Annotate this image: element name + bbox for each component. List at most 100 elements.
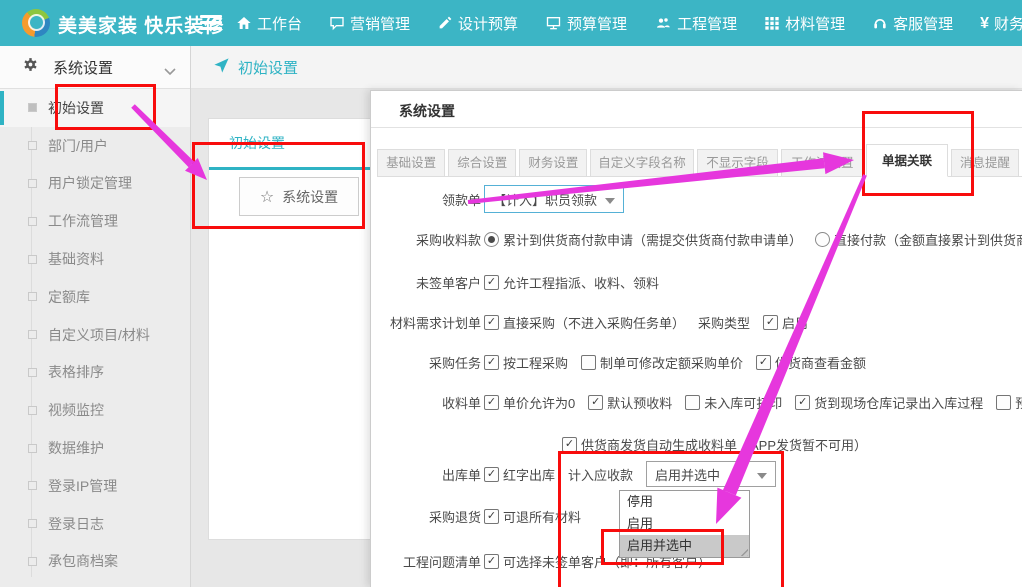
sidebar-item[interactable]: 自定义项目/材料 [0, 316, 190, 354]
sidebar-item[interactable]: 承包商档案 [0, 543, 190, 581]
sidebar-item[interactable]: 数据维护 [0, 429, 190, 467]
topnav-item-label: 设计预算 [458, 13, 518, 34]
form-row-label: 出库单 [371, 465, 481, 484]
dropdown-option[interactable]: 停用 [620, 491, 749, 513]
users-icon [654, 15, 672, 31]
form-item: ✓单价允许为0 [484, 393, 575, 412]
sidebar-item[interactable]: 视频监控 [0, 391, 190, 429]
topnav-item[interactable]: 工程管理 [654, 13, 737, 34]
radio-selected[interactable] [484, 232, 499, 247]
checkbox[interactable] [996, 395, 1011, 410]
tab-5[interactable]: 工作流设置 [781, 149, 863, 176]
select-value: 【计入】职员领款 [493, 190, 597, 209]
tab-3[interactable]: 自定义字段名称 [590, 149, 693, 176]
topnav-item-label: 工作台 [257, 13, 302, 34]
checkbox[interactable] [685, 395, 700, 410]
system-settings-button[interactable]: ☆ 系统设置 [239, 177, 359, 216]
checkbox-checked[interactable]: ✓ [484, 395, 499, 410]
sidebar-header-label: 系统设置 [53, 57, 113, 78]
sidebar-item-label: 自定义项目/材料 [48, 325, 150, 345]
sidebar-item-label: 基础资料 [48, 249, 104, 269]
checkbox-checked[interactable]: ✓ [484, 467, 499, 482]
form-row-items: ✓ 红字出库计入应收款启用并选中 [484, 461, 789, 487]
settings-tabs: 基础设置综合设置财务设置自定义字段名称不显示字段工作流设置单据关联消息提醒 [377, 142, 1022, 177]
sidebar-item[interactable]: 定额库 [0, 278, 190, 316]
sidebar-item[interactable]: 登录日志 [0, 505, 190, 543]
checkbox[interactable] [581, 355, 596, 370]
sidebar: 系统设置 初始设置部门/用户用户锁定管理工作流管理基础资料定额库自定义项目/材料… [0, 46, 191, 587]
sidebar-item[interactable]: 初始设置 [0, 89, 190, 127]
checkbox-label: 供货商发货自动生成收料单（APP发货暂不可用） [581, 435, 867, 454]
form-row-label: 采购收料款 [371, 230, 481, 249]
checkbox-label: 货到现场仓库记录出入库过程 [814, 393, 983, 412]
checkbox-label: 制单可修改定额采购单价 [600, 353, 743, 372]
radio[interactable] [815, 232, 830, 247]
menu-toggle-icon[interactable] [200, 15, 222, 31]
select-dropdown[interactable]: 【计入】职员领款 [484, 185, 624, 213]
topnav-item-label: 客服管理 [893, 13, 953, 34]
select-dropdown[interactable]: 启用并选中 [646, 461, 776, 487]
topnav-item[interactable]: ¥财务管理 [980, 13, 1022, 34]
checkbox-checked[interactable]: ✓ [562, 437, 577, 452]
form-item: ✓ 货到现场仓库记录出入库过程 [795, 393, 983, 412]
checkbox-checked[interactable]: ✓ [484, 315, 499, 330]
breadcrumb[interactable]: 初始设置 [213, 57, 298, 78]
sidebar-item[interactable]: 用户锁定管理 [0, 165, 190, 203]
dropdown-option[interactable]: 启用 [620, 513, 749, 535]
checkbox-checked[interactable]: ✓ [484, 355, 499, 370]
checkbox-checked[interactable]: ✓ [756, 355, 771, 370]
dialog-title: 系统设置 [399, 101, 455, 121]
topnav-item[interactable]: 工作台 [236, 13, 302, 34]
inline-label: 计入应收款 [568, 465, 633, 484]
sidebar-item[interactable]: 表格排序 [0, 354, 190, 392]
caret-down-icon [605, 198, 615, 204]
edit-icon [437, 15, 453, 31]
form-item: 【计入】职员领款 [484, 185, 624, 213]
tab-2[interactable]: 财务设置 [519, 149, 587, 176]
checkbox-checked[interactable]: ✓ [484, 509, 499, 524]
form-item: 未入库可打印 [685, 393, 782, 412]
sidebar-item-marker-icon [28, 368, 37, 377]
checkbox-checked[interactable]: ✓ [588, 395, 603, 410]
app-window: 美美家装 快乐装修 工作台营销管理设计预算预算管理工程管理材料管理客服管理¥财务… [0, 0, 1022, 587]
sidebar-item[interactable]: 基础资料 [0, 240, 190, 278]
form-item: 计入应收款 [568, 465, 633, 484]
dropdown-option-selected[interactable]: 启用并选中 [620, 535, 749, 557]
monitor-icon [545, 15, 562, 31]
checkbox-label: 按工程采购 [503, 353, 568, 372]
tab-4[interactable]: 不显示字段 [697, 149, 779, 176]
sidebar-item-marker-icon [28, 444, 37, 453]
sidebar-item[interactable]: 工作流管理 [0, 202, 190, 240]
form-row: 收料单✓单价允许为0✓默认预收料未入库可打印✓货到现场仓库记录出入库过程预收核实… [371, 388, 1022, 416]
sidebar-item-marker-icon [28, 103, 37, 112]
form-row: 采购任务✓按工程采购制单可修改定额采购单价✓供货商查看金额 [371, 348, 1022, 376]
sidebar-item-label: 数据维护 [48, 438, 104, 458]
sidebar-item-label: 登录IP管理 [48, 476, 117, 496]
tab-1[interactable]: 综合设置 [448, 149, 516, 176]
topnav-item[interactable]: 营销管理 [329, 13, 410, 34]
tab-7[interactable]: 消息提醒 [951, 149, 1019, 176]
sidebar-item[interactable]: 部门/用户 [0, 127, 190, 165]
sidebar-header-system-settings[interactable]: 系统设置 [0, 46, 190, 89]
panel-tab-initial-settings[interactable]: 初始设置 [229, 133, 285, 153]
topnav-item[interactable]: 设计预算 [437, 13, 518, 34]
checkbox-checked[interactable]: ✓ [484, 554, 499, 569]
radio-label: 直接付款（金额直接累计到供货商应付款） [834, 230, 1022, 249]
topnav-item[interactable]: 客服管理 [872, 13, 953, 34]
checkbox-checked[interactable]: ✓ [763, 315, 778, 330]
sidebar-item-marker-icon [28, 217, 37, 226]
form-item: ✓ 供货商发货自动生成收料单（APP发货暂不可用） [562, 435, 867, 454]
checkbox-checked[interactable]: ✓ [795, 395, 810, 410]
topnav-item[interactable]: 预算管理 [545, 13, 627, 34]
checkbox-label: 红字出库 [503, 465, 555, 484]
tab-active-6[interactable]: 单据关联 [866, 144, 948, 177]
checkbox-label: 供货商查看金额 [775, 353, 866, 372]
form-row-items: ✓单价允许为0✓默认预收料未入库可打印✓货到现场仓库记录出入库过程预收核实允许修… [484, 393, 1022, 412]
checkbox-checked[interactable]: ✓ [484, 275, 499, 290]
topnav-item[interactable]: 材料管理 [764, 13, 845, 34]
tab-0[interactable]: 基础设置 [377, 149, 445, 176]
settings-form: 停用启用启用并选中 领款单【计入】职员领款采购收料款累计到供货商付款申请（需提交… [371, 175, 1022, 587]
form-row-label: 工程问题清单 [371, 552, 481, 571]
sidebar-item[interactable]: 登录IP管理 [0, 467, 190, 505]
form-row-label: 收料单 [371, 393, 481, 412]
